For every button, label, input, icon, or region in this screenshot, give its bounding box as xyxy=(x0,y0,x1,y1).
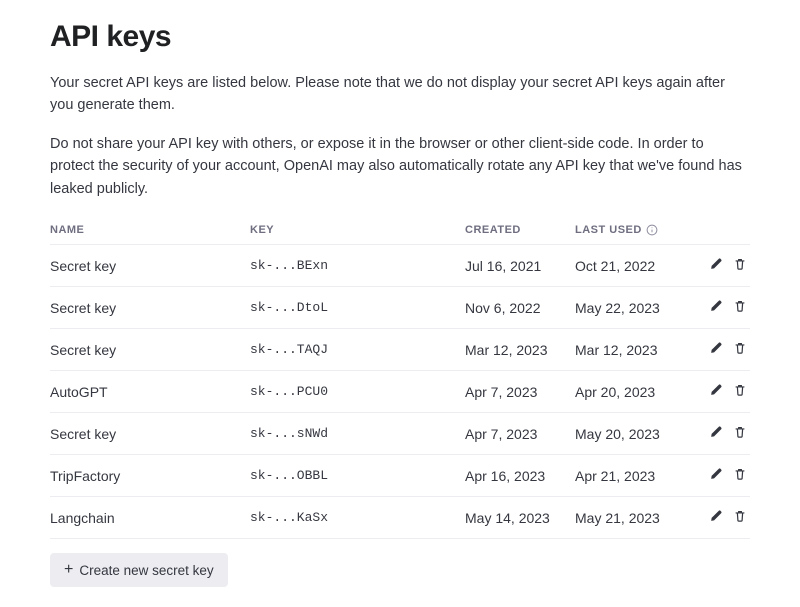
col-header-actions xyxy=(695,216,750,245)
delete-button[interactable] xyxy=(730,338,750,361)
pencil-icon xyxy=(709,257,723,274)
edit-button[interactable] xyxy=(706,254,726,277)
pencil-icon xyxy=(709,341,723,358)
key-lastused: Mar 12, 2023 xyxy=(575,329,695,371)
edit-button[interactable] xyxy=(706,338,726,361)
intro-paragraph-1: Your secret API keys are listed below. P… xyxy=(50,72,750,117)
key-value: sk-...sNWd xyxy=(250,413,465,455)
delete-button[interactable] xyxy=(730,380,750,403)
trash-icon xyxy=(733,509,747,526)
key-lastused: Apr 21, 2023 xyxy=(575,455,695,497)
key-actions xyxy=(695,287,750,329)
table-row: Secret keysk-...BExnJul 16, 2021Oct 21, … xyxy=(50,245,750,287)
key-actions xyxy=(695,245,750,287)
table-row: Secret keysk-...sNWdApr 7, 2023May 20, 2… xyxy=(50,413,750,455)
info-icon[interactable] xyxy=(646,224,658,236)
edit-button[interactable] xyxy=(706,464,726,487)
key-name: Secret key xyxy=(50,287,250,329)
key-name: AutoGPT xyxy=(50,371,250,413)
key-created: Apr 7, 2023 xyxy=(465,371,575,413)
table-row: Secret keysk-...TAQJMar 12, 2023Mar 12, … xyxy=(50,329,750,371)
api-keys-table: NAME KEY CREATED LAST USED Secret xyxy=(50,216,750,539)
edit-button[interactable] xyxy=(706,296,726,319)
key-value: sk-...PCU0 xyxy=(250,371,465,413)
key-lastused: Apr 20, 2023 xyxy=(575,371,695,413)
key-name: Secret key xyxy=(50,245,250,287)
key-created: Mar 12, 2023 xyxy=(465,329,575,371)
edit-button[interactable] xyxy=(706,422,726,445)
trash-icon xyxy=(733,467,747,484)
key-value: sk-...TAQJ xyxy=(250,329,465,371)
key-value: sk-...BExn xyxy=(250,245,465,287)
trash-icon xyxy=(733,425,747,442)
page-title: API keys xyxy=(50,20,750,54)
delete-button[interactable] xyxy=(730,422,750,445)
pencil-icon xyxy=(709,509,723,526)
key-lastused: May 20, 2023 xyxy=(575,413,695,455)
table-row: Langchainsk-...KaSxMay 14, 2023May 21, 2… xyxy=(50,497,750,539)
key-lastused: May 21, 2023 xyxy=(575,497,695,539)
delete-button[interactable] xyxy=(730,464,750,487)
key-value: sk-...DtoL xyxy=(250,287,465,329)
create-secret-key-button[interactable]: + Create new secret key xyxy=(50,553,228,587)
key-name: Secret key xyxy=(50,329,250,371)
pencil-icon xyxy=(709,467,723,484)
pencil-icon xyxy=(709,425,723,442)
table-row: Secret keysk-...DtoLNov 6, 2022May 22, 2… xyxy=(50,287,750,329)
plus-icon: + xyxy=(64,562,73,578)
pencil-icon xyxy=(709,299,723,316)
key-created: Apr 7, 2023 xyxy=(465,413,575,455)
trash-icon xyxy=(733,299,747,316)
key-created: Jul 16, 2021 xyxy=(465,245,575,287)
trash-icon xyxy=(733,257,747,274)
col-header-lastused: LAST USED xyxy=(575,216,695,245)
key-actions xyxy=(695,455,750,497)
trash-icon xyxy=(733,341,747,358)
col-header-lastused-label: LAST USED xyxy=(575,224,642,236)
key-value: sk-...KaSx xyxy=(250,497,465,539)
key-name: Langchain xyxy=(50,497,250,539)
col-header-key: KEY xyxy=(250,216,465,245)
key-actions xyxy=(695,371,750,413)
trash-icon xyxy=(733,383,747,400)
key-created: Nov 6, 2022 xyxy=(465,287,575,329)
key-actions xyxy=(695,413,750,455)
table-row: TripFactorysk-...OBBLApr 16, 2023Apr 21,… xyxy=(50,455,750,497)
table-row: AutoGPTsk-...PCU0Apr 7, 2023Apr 20, 2023 xyxy=(50,371,750,413)
col-header-name: NAME xyxy=(50,216,250,245)
key-created: May 14, 2023 xyxy=(465,497,575,539)
key-actions xyxy=(695,329,750,371)
key-actions xyxy=(695,497,750,539)
create-secret-key-label: Create new secret key xyxy=(79,563,213,578)
key-created: Apr 16, 2023 xyxy=(465,455,575,497)
key-name: TripFactory xyxy=(50,455,250,497)
col-header-created: CREATED xyxy=(465,216,575,245)
key-value: sk-...OBBL xyxy=(250,455,465,497)
intro-paragraph-2: Do not share your API key with others, o… xyxy=(50,133,750,200)
key-lastused: Oct 21, 2022 xyxy=(575,245,695,287)
delete-button[interactable] xyxy=(730,296,750,319)
pencil-icon xyxy=(709,383,723,400)
edit-button[interactable] xyxy=(706,380,726,403)
key-lastused: May 22, 2023 xyxy=(575,287,695,329)
delete-button[interactable] xyxy=(730,254,750,277)
key-name: Secret key xyxy=(50,413,250,455)
